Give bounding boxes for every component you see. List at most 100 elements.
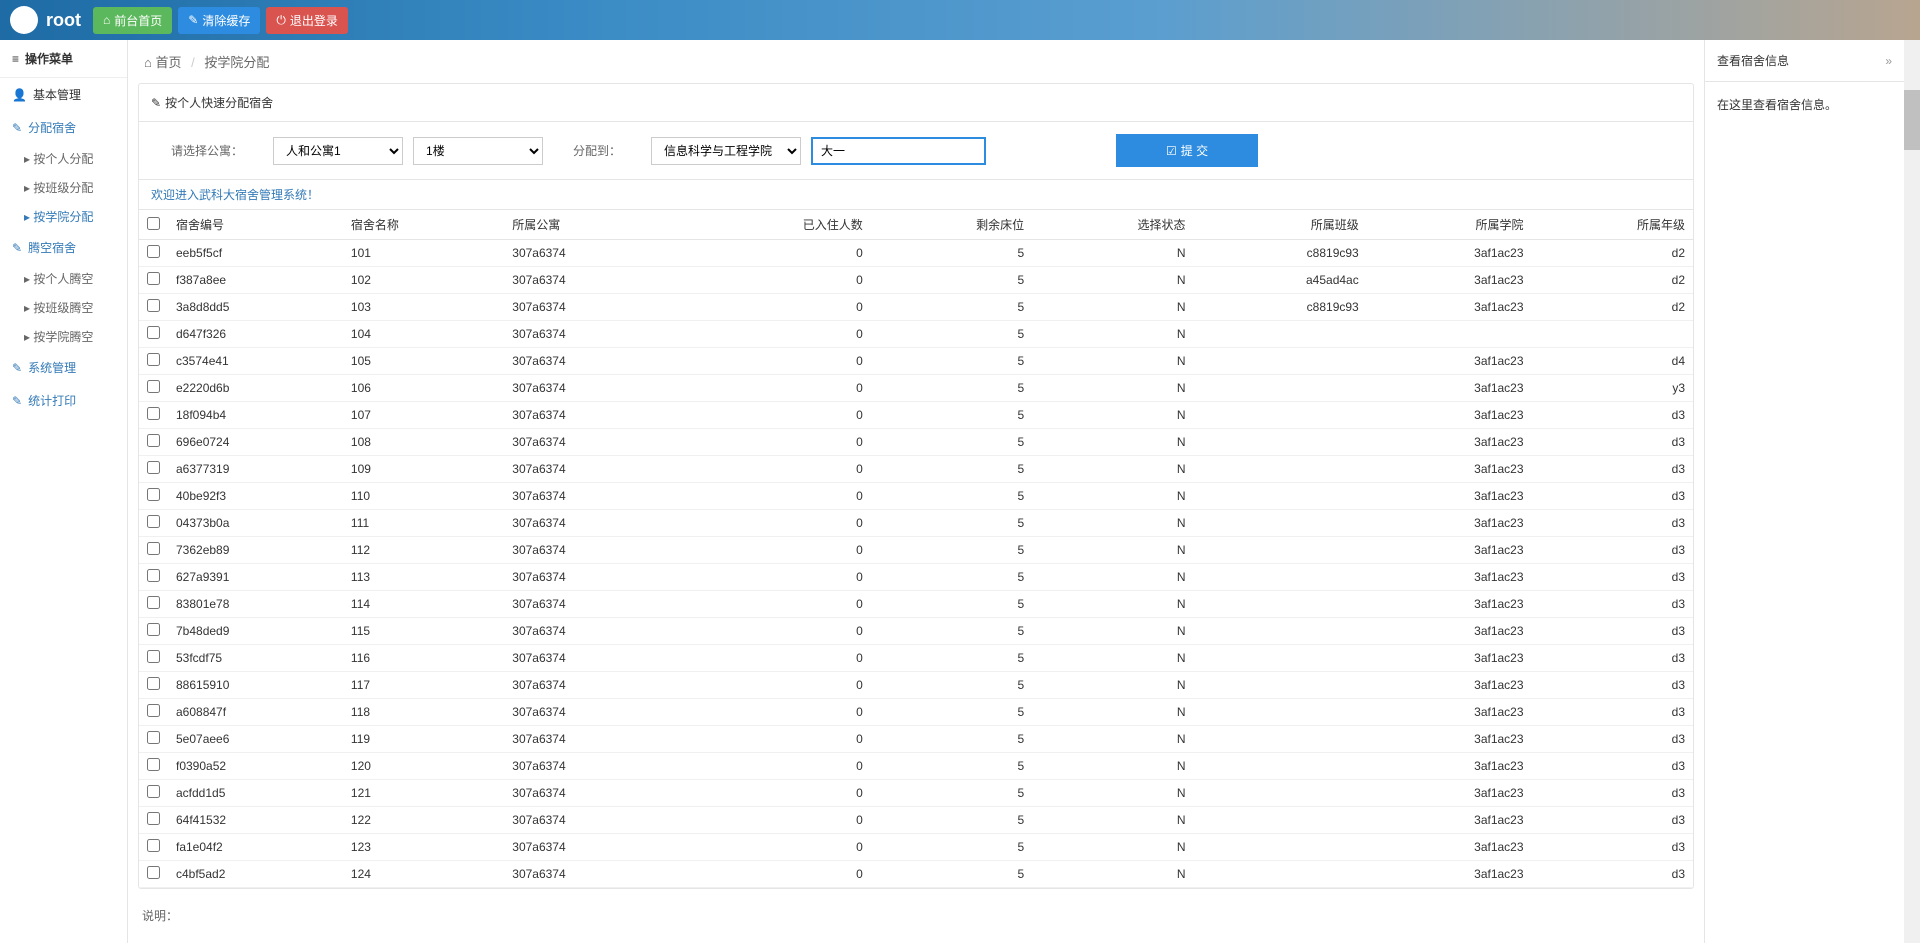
sidebar-sub-item[interactable]: ▸ 按班级腾空 bbox=[0, 293, 127, 322]
apartment-select[interactable]: 人和公寓1 bbox=[273, 137, 403, 165]
cell-college: 3af1ac23 bbox=[1367, 753, 1532, 780]
filter-row: 请选择公寓： 人和公寓1 1楼 分配到： 信息科学与工程学院 ☑提 交 bbox=[139, 122, 1693, 180]
row-checkbox[interactable] bbox=[147, 731, 160, 744]
table-row[interactable]: 83801e78114307a637405N3af1ac23d3 bbox=[139, 591, 1693, 618]
cell-class bbox=[1194, 456, 1367, 483]
row-checkbox[interactable] bbox=[147, 380, 160, 393]
cell-name: 117 bbox=[343, 672, 504, 699]
table-row[interactable]: 64f41532122307a637405N3af1ac23d3 bbox=[139, 807, 1693, 834]
cell-sel: N bbox=[1032, 834, 1193, 861]
row-checkbox[interactable] bbox=[147, 758, 160, 771]
cell-college: 3af1ac23 bbox=[1367, 726, 1532, 753]
college-select[interactable]: 信息科学与工程学院 bbox=[651, 137, 801, 165]
cell-class bbox=[1194, 348, 1367, 375]
sidebar-section[interactable]: 👤基本管理 bbox=[0, 78, 127, 111]
sidebar-sub-item[interactable]: ▸ 按个人腾空 bbox=[0, 264, 127, 293]
cell-grade: d2 bbox=[1532, 267, 1693, 294]
row-checkbox[interactable] bbox=[147, 623, 160, 636]
row-checkbox[interactable] bbox=[147, 461, 160, 474]
row-checkbox[interactable] bbox=[147, 353, 160, 366]
logout-button[interactable]: ⏻退出登录 bbox=[266, 7, 348, 34]
row-checkbox[interactable] bbox=[147, 542, 160, 555]
row-checkbox[interactable] bbox=[147, 272, 160, 285]
table-row[interactable]: e2220d6b106307a637405N3af1ac23y3 bbox=[139, 375, 1693, 402]
row-checkbox[interactable] bbox=[147, 785, 160, 798]
row-checkbox[interactable] bbox=[147, 407, 160, 420]
row-checkbox[interactable] bbox=[147, 299, 160, 312]
cell-class bbox=[1194, 510, 1367, 537]
home-icon: ⌂ bbox=[103, 13, 110, 27]
table-row[interactable]: eeb5f5cf101307a637405Nc8819c933af1ac23d2 bbox=[139, 240, 1693, 267]
table-row[interactable]: 53fcdf75116307a637405N3af1ac23d3 bbox=[139, 645, 1693, 672]
sidebar-sub-item[interactable]: ▸ 按个人分配 bbox=[0, 144, 127, 173]
avatar[interactable] bbox=[10, 6, 38, 34]
cell-in: 0 bbox=[679, 753, 871, 780]
sidebar-section[interactable]: ✎分配宿舍 bbox=[0, 111, 127, 144]
edit-icon: ✎ bbox=[12, 361, 22, 375]
cell-college bbox=[1367, 321, 1532, 348]
row-checkbox[interactable] bbox=[147, 515, 160, 528]
table-row[interactable]: 7b48ded9115307a637405N3af1ac23d3 bbox=[139, 618, 1693, 645]
breadcrumb: ⌂ 首页 / 按学院分配 bbox=[138, 40, 1694, 83]
table-row[interactable]: 7362eb89112307a637405N3af1ac23d3 bbox=[139, 537, 1693, 564]
scrollbar[interactable] bbox=[1904, 40, 1920, 943]
cell-sel: N bbox=[1032, 672, 1193, 699]
row-checkbox[interactable] bbox=[147, 245, 160, 258]
cell-apt: 307a6374 bbox=[504, 672, 679, 699]
table-row[interactable]: d647f326104307a637405N bbox=[139, 321, 1693, 348]
row-checkbox[interactable] bbox=[147, 866, 160, 879]
cell-id: 83801e78 bbox=[168, 591, 343, 618]
sidebar-section[interactable]: ✎统计打印 bbox=[0, 384, 127, 417]
home-button[interactable]: ⌂前台首页 bbox=[93, 7, 172, 34]
sidebar-sub-item[interactable]: ▸ 按学院腾空 bbox=[0, 322, 127, 351]
table-row[interactable]: 627a9391113307a637405N3af1ac23d3 bbox=[139, 564, 1693, 591]
cell-grade: d3 bbox=[1532, 618, 1693, 645]
row-checkbox[interactable] bbox=[147, 326, 160, 339]
cell-grade: d3 bbox=[1532, 564, 1693, 591]
row-checkbox[interactable] bbox=[147, 596, 160, 609]
breadcrumb-home[interactable]: 首页 bbox=[155, 55, 181, 70]
select-all-checkbox[interactable] bbox=[147, 217, 160, 230]
table-row[interactable]: acfdd1d5121307a637405N3af1ac23d3 bbox=[139, 780, 1693, 807]
row-checkbox[interactable] bbox=[147, 812, 160, 825]
row-checkbox[interactable] bbox=[147, 650, 160, 663]
table-row[interactable]: 696e0724108307a637405N3af1ac23d3 bbox=[139, 429, 1693, 456]
sidebar-section[interactable]: ✎腾空宿舍 bbox=[0, 231, 127, 264]
table-row[interactable]: 18f094b4107307a637405N3af1ac23d3 bbox=[139, 402, 1693, 429]
cell-class bbox=[1194, 429, 1367, 456]
row-checkbox[interactable] bbox=[147, 569, 160, 582]
table-row[interactable]: 88615910117307a637405N3af1ac23d3 bbox=[139, 672, 1693, 699]
sidebar-section[interactable]: ✎系统管理 bbox=[0, 351, 127, 384]
table-row[interactable]: f0390a52120307a637405N3af1ac23d3 bbox=[139, 753, 1693, 780]
table-row[interactable]: f387a8ee102307a637405Na45ad4ac3af1ac23d2 bbox=[139, 267, 1693, 294]
table-row[interactable]: 5e07aee6119307a637405N3af1ac23d3 bbox=[139, 726, 1693, 753]
row-checkbox[interactable] bbox=[147, 839, 160, 852]
brush-icon: ✎ bbox=[188, 13, 198, 27]
table-row[interactable]: fa1e04f2123307a637405N3af1ac23d3 bbox=[139, 834, 1693, 861]
row-checkbox[interactable] bbox=[147, 704, 160, 717]
cell-name: 121 bbox=[343, 780, 504, 807]
submit-button[interactable]: ☑提 交 bbox=[1116, 134, 1258, 167]
clear-cache-button[interactable]: ✎清除缓存 bbox=[178, 7, 260, 34]
collapse-icon[interactable]: » bbox=[1885, 54, 1892, 68]
scroll-thumb[interactable] bbox=[1904, 90, 1920, 150]
floor-select[interactable]: 1楼 bbox=[413, 137, 543, 165]
sidebar-sub-item[interactable]: ▸ 按学院分配 bbox=[0, 202, 127, 231]
table-row[interactable]: c4bf5ad2124307a637405N3af1ac23d3 bbox=[139, 861, 1693, 888]
cell-in: 0 bbox=[679, 402, 871, 429]
cell-sel: N bbox=[1032, 294, 1193, 321]
row-checkbox[interactable] bbox=[147, 677, 160, 690]
table-row[interactable]: c3574e41105307a637405N3af1ac23d4 bbox=[139, 348, 1693, 375]
cell-id: 7b48ded9 bbox=[168, 618, 343, 645]
table-row[interactable]: 04373b0a111307a637405N3af1ac23d3 bbox=[139, 510, 1693, 537]
grade-input[interactable] bbox=[811, 137, 986, 165]
row-checkbox[interactable] bbox=[147, 434, 160, 447]
column-header: 已入住人数 bbox=[679, 210, 871, 240]
table-row[interactable]: 40be92f3110307a637405N3af1ac23d3 bbox=[139, 483, 1693, 510]
table-row[interactable]: a6377319109307a637405N3af1ac23d3 bbox=[139, 456, 1693, 483]
cell-grade: d3 bbox=[1532, 483, 1693, 510]
sidebar-sub-item[interactable]: ▸ 按班级分配 bbox=[0, 173, 127, 202]
table-row[interactable]: 3a8d8dd5103307a637405Nc8819c933af1ac23d2 bbox=[139, 294, 1693, 321]
table-row[interactable]: a608847f118307a637405N3af1ac23d3 bbox=[139, 699, 1693, 726]
row-checkbox[interactable] bbox=[147, 488, 160, 501]
